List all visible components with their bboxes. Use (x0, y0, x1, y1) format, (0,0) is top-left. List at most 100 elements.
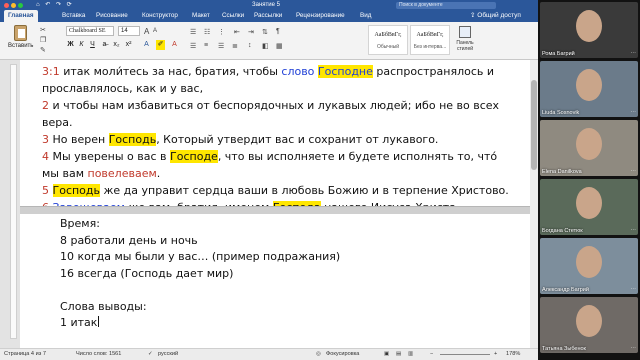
verse-line: прославлялось, как и у вас, (42, 81, 203, 97)
style-normal[interactable]: АаБбВвГг, Обычный (368, 25, 408, 55)
tab-mailings[interactable]: Рассылки (254, 10, 282, 22)
participant-menu-icon[interactable]: ⋯ (631, 228, 637, 234)
scrollbar-thumb[interactable] (531, 80, 537, 170)
subscript-icon[interactable]: x₂ (112, 40, 121, 50)
page-count[interactable]: Страница 4 из 7 (4, 349, 46, 360)
styles-pane-button[interactable]: Панель стилей (452, 26, 478, 52)
zoom-window-icon[interactable] (18, 3, 23, 8)
participant-menu-icon[interactable]: ⋯ (631, 287, 637, 293)
zoom-level[interactable]: 178% (506, 349, 520, 360)
font-size-select[interactable]: 14 (118, 26, 140, 36)
participant-name: Татьяна Зыбенок (542, 346, 586, 352)
status-bar: Страница 4 из 7 Число слов: 1561 ✓ русск… (0, 348, 538, 360)
participant-menu-icon[interactable]: ⋯ (631, 110, 637, 116)
verse-line: 5 Господь же да управит сердца ваши в лю… (42, 183, 509, 199)
copy-icon[interactable]: ❐ (40, 36, 46, 44)
participant-name: Александр Багрий (542, 287, 589, 293)
focus-mode[interactable]: Фокусировка (326, 349, 359, 360)
print-layout-icon[interactable]: ▤ (396, 349, 401, 360)
search-field[interactable]: Поиск в документе (396, 2, 496, 9)
tab-view[interactable]: Вид (360, 10, 371, 22)
verse-text: , Который утвердит вас и сохранит от лук… (156, 133, 439, 146)
shrink-font-button[interactable]: A (153, 28, 157, 34)
numbering-icon[interactable]: ☷ (204, 28, 210, 36)
tab-layout[interactable]: Макет (192, 10, 210, 22)
shading-icon[interactable]: ◧ (262, 42, 269, 50)
highlight-icon[interactable]: ✐ (156, 40, 165, 50)
participant-tile[interactable]: Рома Багрий ⋯ (540, 2, 638, 58)
language[interactable]: русский (158, 349, 178, 360)
zoom-out-icon[interactable]: − (430, 349, 433, 360)
participant-video (576, 128, 602, 160)
tab-insert[interactable]: Вставка (62, 10, 85, 22)
italic-button[interactable]: К (77, 40, 86, 50)
format-painter-icon[interactable]: ✎ (40, 46, 46, 54)
note-line: 16 всегда (Господь дает мир) (60, 266, 234, 280)
participant-video (576, 69, 602, 101)
participant-tile[interactable]: Liuda Sosnovik ⋯ (540, 61, 638, 117)
tab-references[interactable]: Ссылки (222, 10, 244, 22)
participant-tile[interactable]: Александр Багрий ⋯ (540, 238, 638, 294)
participant-menu-icon[interactable]: ⋯ (631, 51, 637, 57)
verse-line: 3 Но верен Господь, Который утвердит вас… (42, 132, 438, 148)
participant-tile[interactable]: Богдана Стетюк ⋯ (540, 179, 638, 235)
verse-line: 4 Мы уверены о вас в Господе, что вы исп… (42, 149, 497, 165)
tab-home[interactable]: Главная (4, 10, 38, 22)
verse-text: повелеваем (87, 167, 157, 180)
quick-access-toolbar[interactable]: ⌂ ↶ ↷ ⟳ (36, 0, 74, 10)
minimize-window-icon[interactable] (11, 3, 16, 8)
font-name-select[interactable]: Chalkboard SE (66, 26, 114, 36)
participant-video (576, 246, 602, 278)
web-layout-icon[interactable]: ▥ (408, 349, 413, 360)
decrease-indent-icon[interactable]: ⇤ (234, 28, 240, 36)
align-right-icon[interactable]: ☰ (218, 42, 224, 50)
cut-icon[interactable]: ✂ (40, 26, 46, 34)
increase-indent-icon[interactable]: ⇥ (248, 28, 254, 36)
participant-menu-icon[interactable]: ⋯ (631, 346, 637, 352)
justify-icon[interactable]: ≣ (232, 42, 238, 50)
participant-tile[interactable]: Татьяна Зыбенок ⋯ (540, 297, 638, 353)
read-mode-icon[interactable]: ▣ (384, 349, 389, 360)
word-count[interactable]: Число слов: 1561 (76, 349, 121, 360)
zoom-slider[interactable] (440, 354, 490, 355)
text-cursor (98, 316, 100, 327)
sort-icon[interactable]: ⇅ (262, 28, 268, 36)
note-line: 8 работали день и ночь (60, 233, 198, 247)
verse-line: 3:1 итак моли́тесь за нас, братия, чтобы… (42, 64, 494, 80)
note-line: Слова выводы: (60, 299, 147, 313)
align-left-icon[interactable]: ☰ (190, 42, 196, 50)
align-center-icon[interactable]: ≡ (204, 42, 208, 49)
vertical-ruler (0, 60, 20, 348)
note-line: 10 когда мы были у вас… (пример подражан… (60, 250, 341, 263)
font-color-icon[interactable]: A (170, 40, 179, 50)
tab-design[interactable]: Конструктор (142, 10, 178, 22)
show-marks-icon[interactable]: ¶ (276, 28, 280, 35)
verse-text: прославлялось, как и у вас, (42, 82, 204, 95)
verse-text: . (156, 167, 161, 180)
multilevel-list-icon[interactable]: ⋮ (218, 28, 225, 36)
borders-icon[interactable]: ▦ (276, 42, 283, 50)
close-window-icon[interactable] (4, 3, 9, 8)
tab-review[interactable]: Рецензирование (296, 10, 345, 22)
share-button[interactable]: ⇪ Общий доступ (470, 10, 521, 22)
tab-draw[interactable]: Рисование (96, 10, 128, 22)
bullets-icon[interactable]: ☰ (190, 28, 196, 36)
verse-text: же да управит сердца ваши в любовь Божию… (100, 184, 509, 197)
style-no-spacing[interactable]: АаБбВвГг, Без интерва... (410, 25, 450, 55)
proofing-icon[interactable]: ✓ (148, 349, 153, 360)
verse-text: Но верен (49, 133, 109, 146)
line-spacing-icon[interactable]: ↕ (248, 42, 252, 49)
participant-tile[interactable]: Elena Danilkova ⋯ (540, 120, 638, 176)
superscript-icon[interactable]: x² (124, 40, 133, 50)
strikethrough-icon[interactable]: a̶ (100, 40, 109, 50)
focus-icon[interactable]: ◎ (316, 349, 321, 360)
underline-button[interactable]: Ч (88, 40, 97, 50)
participant-menu-icon[interactable]: ⋯ (631, 169, 637, 175)
grow-font-button[interactable]: A (144, 27, 149, 36)
zoom-in-icon[interactable]: + (494, 349, 497, 360)
text-effects-icon[interactable]: A (142, 40, 151, 50)
paste-button[interactable]: Вставить (8, 25, 33, 49)
document-page[interactable]: 3:1 итак моли́тесь за нас, братия, чтобы… (20, 60, 534, 348)
vertical-scrollbar[interactable] (530, 60, 538, 348)
bold-button[interactable]: Ж (66, 40, 75, 50)
